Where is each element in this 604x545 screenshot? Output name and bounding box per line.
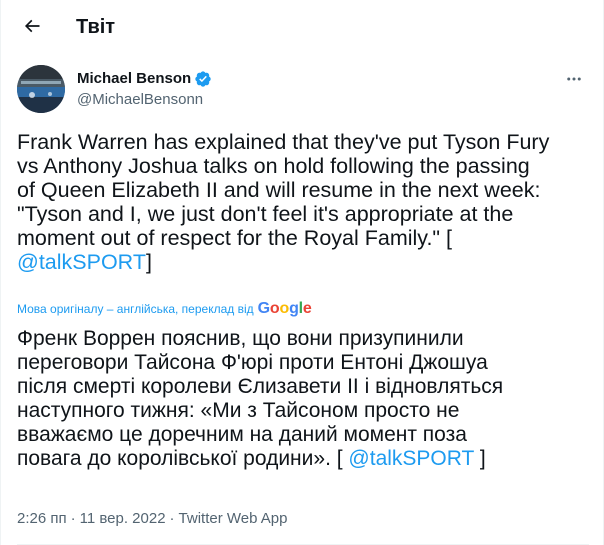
translated-mention-link[interactable]: @talkSPORT: [348, 447, 474, 470]
back-button[interactable]: [17, 11, 47, 41]
author-handle[interactable]: @MichaelBensonn: [77, 90, 203, 110]
tweet-line: moment out of respect for the Royal Fami…: [17, 226, 453, 250]
author-name-row[interactable]: Michael Benson: [77, 69, 212, 89]
translated-mention-suffix: ]: [474, 447, 486, 470]
tweet-line: Frank Warren has explained that they've …: [17, 130, 550, 154]
more-options-button[interactable]: [559, 67, 589, 91]
arrow-left-icon: [24, 19, 40, 33]
tweet-author: Michael Benson @MichaelBensonn: [17, 65, 589, 117]
translation-label: Мова оригіналу – англійська, переклад ві…: [17, 302, 254, 316]
tweet-line: "Tyson and I, we just don't feel it's ap…: [17, 202, 514, 226]
meta-separator: ·: [169, 510, 175, 527]
translated-text: Френк Воррен пояснив, що вони призупинил…: [17, 327, 589, 471]
more-horizontal-icon: [567, 77, 581, 81]
tweet-meta: 2:26 пп · 11 вер. 2022 · Twitter Web App: [17, 509, 288, 529]
tweet-date[interactable]: 11 вер. 2022: [80, 509, 166, 529]
tweet-line: of Queen Elizabeth II and will resume in…: [17, 178, 541, 202]
translated-line: після смерті королеви Єлизавети II і від…: [17, 375, 504, 398]
meta-separator: ·: [70, 510, 76, 527]
mention-suffix: ]: [145, 250, 152, 274]
translated-line: Френк Воррен пояснив, що вони призупинил…: [17, 327, 464, 350]
google-logo[interactable]: Google: [258, 301, 312, 317]
translated-line: переговори Тайсона Ф'юрі проти Ентоні Дж…: [17, 351, 488, 374]
author-name[interactable]: Michael Benson: [77, 69, 191, 89]
tweet-source[interactable]: Twitter Web App: [179, 509, 288, 529]
tweet-text: Frank Warren has explained that they've …: [17, 130, 589, 274]
page-header: Твіт: [1, 0, 604, 53]
translated-line: вважаємо це доречним на даний момент поз…: [17, 423, 467, 446]
translated-line: повага до королівської родини». [: [17, 447, 343, 470]
tweet-line: vs Anthony Joshua talks on hold followin…: [17, 154, 530, 178]
avatar[interactable]: [17, 65, 65, 113]
avatar-image: [17, 65, 65, 113]
translated-line: наступного тижня: «Ми з Тайсоном просто …: [17, 399, 460, 422]
verified-badge-icon: [195, 71, 211, 87]
page-title: Твіт: [76, 16, 116, 38]
mention-link[interactable]: @talkSPORT: [17, 250, 146, 274]
tweet-time[interactable]: 2:26 пп: [17, 509, 67, 529]
translation-attribution: Мова оригіналу – англійська, переклад ві…: [17, 301, 312, 317]
